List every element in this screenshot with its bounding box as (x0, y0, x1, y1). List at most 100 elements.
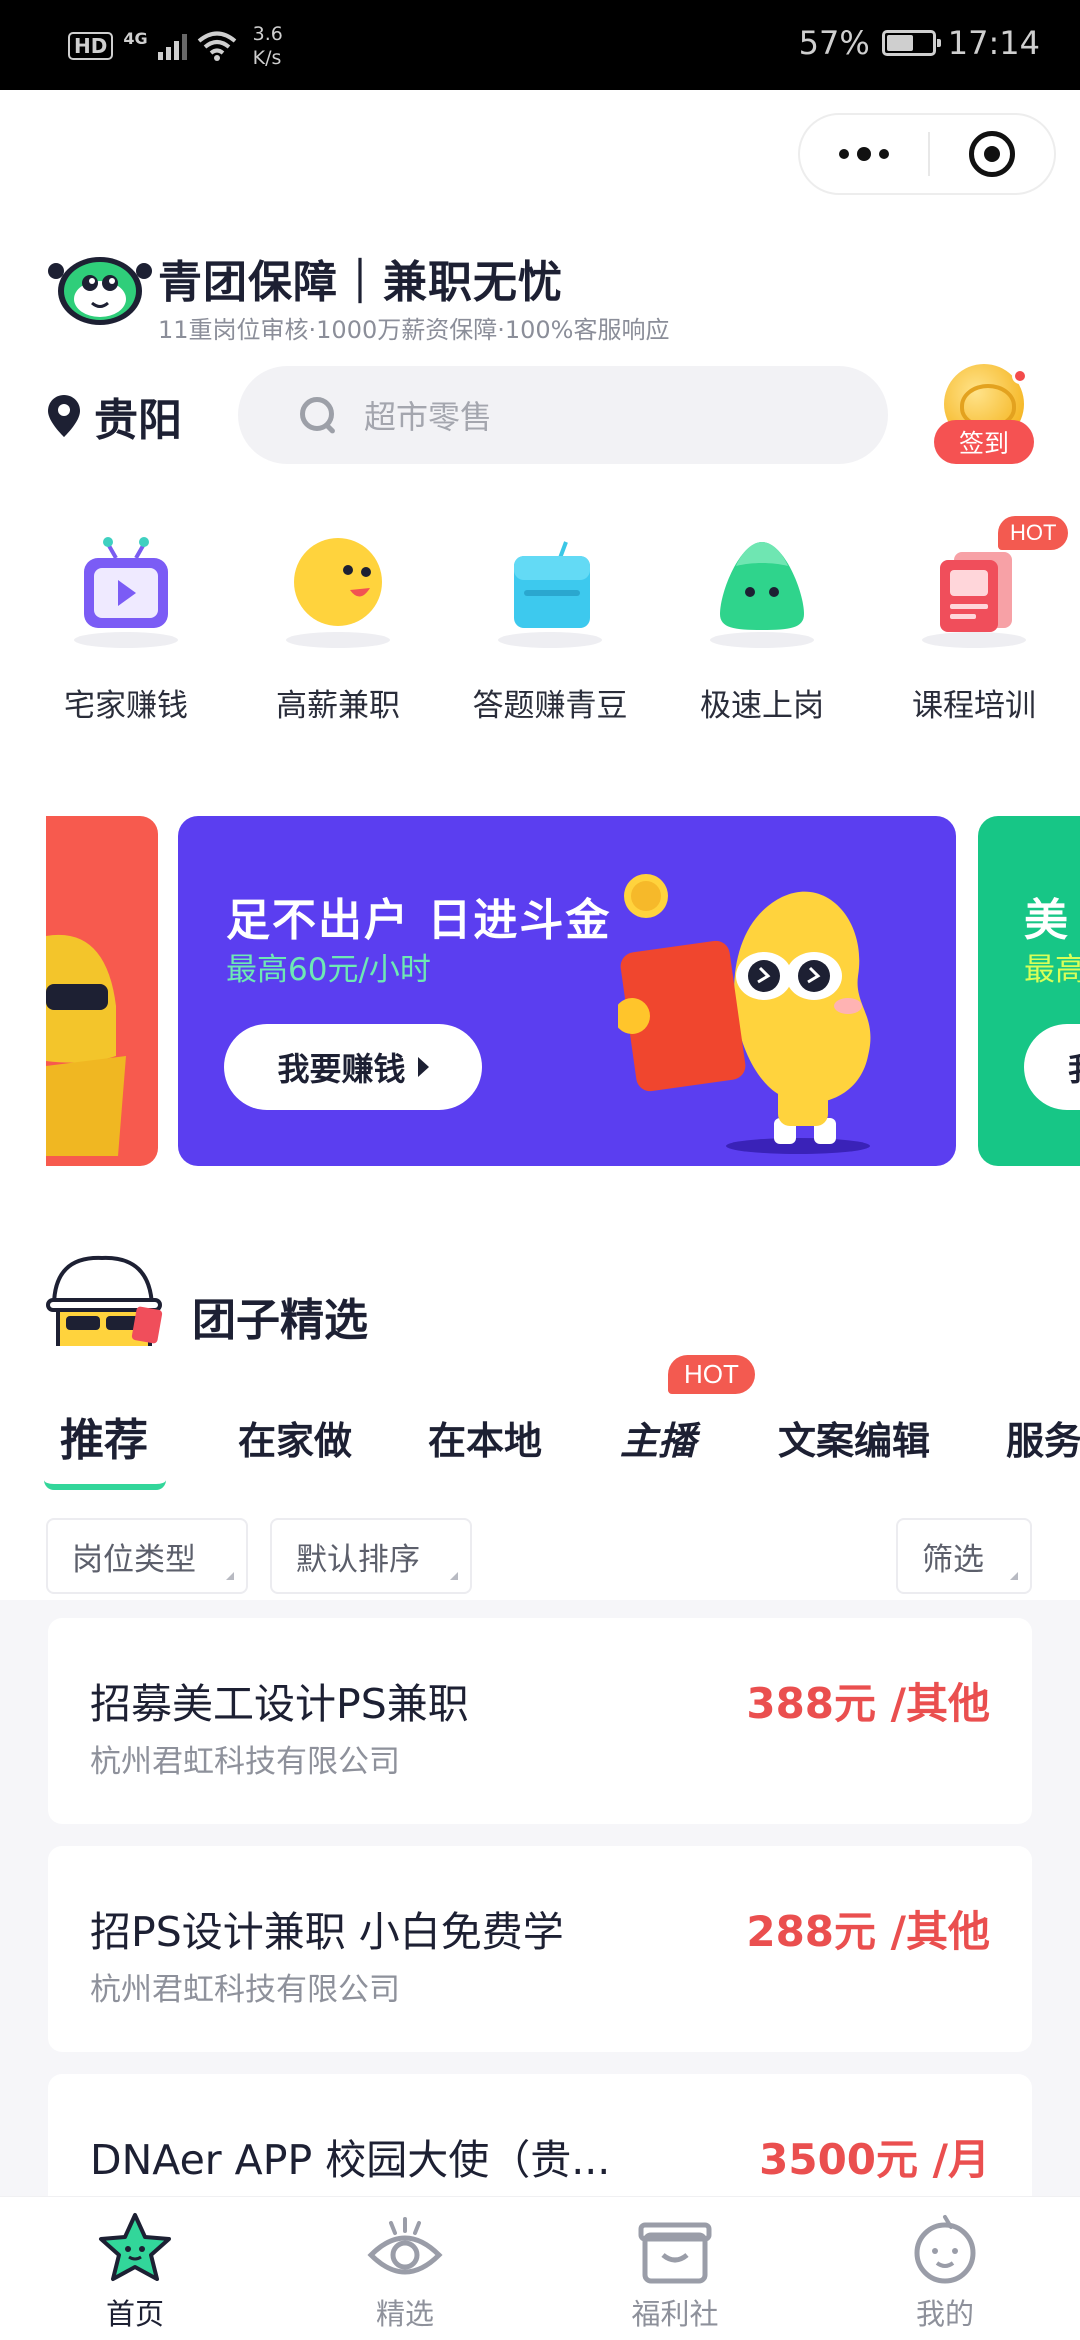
bottom-nav: 首页 精选 福利社 我的 (0, 2196, 1080, 2340)
filter-label: 筛选 (922, 1541, 984, 1578)
banner-subtitle: 最高60元/小时 (226, 952, 431, 988)
category-grid: 宅家赚钱 高薪兼职 答题赚青豆 极速上岗 课程培训 HOT (20, 516, 1080, 725)
job-company: 杭州君虹科技有限公司 (90, 1744, 400, 1780)
hot-badge: HOT (668, 1355, 755, 1394)
corner-arrow-icon (226, 1572, 234, 1580)
signal-icon (157, 32, 187, 60)
job-pay: 388元 /其他 (746, 1679, 990, 1728)
signin-button[interactable]: 签到 (932, 364, 1036, 474)
status-bar: HD 4G 3.6 K/s 57% 17:14 (0, 0, 1080, 90)
mascot-avatar-icon (46, 1255, 163, 1346)
nav-label: 精选 (375, 2297, 434, 2331)
blob-icon (710, 542, 814, 648)
eye-icon (367, 2217, 443, 2275)
speed-value: 3.6 (252, 23, 283, 45)
category-label: 答题赚青豆 (472, 688, 628, 724)
corner-arrow-icon (450, 1572, 458, 1580)
search-input[interactable]: 超市零售 (238, 366, 888, 464)
wifi-icon (197, 31, 236, 61)
job-card[interactable]: 招PS设计兼职 小白免费学 杭州君虹科技有限公司 288元 /其他 (48, 1846, 1032, 2052)
gift-icon (638, 2222, 712, 2284)
job-card[interactable]: 招募美工设计PS兼职 杭州君虹科技有限公司 388元 /其他 (48, 1618, 1032, 1824)
filter-bar: 岗位类型 默认排序 筛选 (0, 1518, 1080, 1598)
banner-slide-prev[interactable] (46, 816, 158, 1166)
filter-label: 默认排序 (296, 1541, 420, 1578)
tab-streamer[interactable]: 主播 (620, 1410, 696, 1465)
profile-face-icon (914, 2215, 976, 2284)
mascot-illustration (618, 874, 871, 1154)
category-label: 极速上岗 (700, 688, 824, 724)
battery-percent: 57% (798, 24, 870, 62)
category-item[interactable]: 课程培训 HOT (868, 516, 1080, 725)
location-selector[interactable]: 贵阳 (48, 384, 182, 448)
location-pin-icon (48, 395, 80, 437)
category-label: 课程培训 (912, 688, 1036, 724)
nav-welfare[interactable]: 福利社 (540, 2197, 810, 2340)
job-title: 招PS设计兼职 小白免费学 (90, 1908, 564, 1956)
notification-dot (1012, 368, 1028, 384)
sort-filter[interactable]: 默认排序 (270, 1518, 472, 1594)
banner-title: 足不出户 日进斗金 (226, 895, 612, 946)
nav-home[interactable]: 首页 (0, 2197, 270, 2340)
nav-label: 首页 (105, 2297, 164, 2331)
job-title: DNAer APP 校园大使（贵... (90, 2136, 611, 2184)
earn-money-label: 我要赚钱 (277, 1050, 406, 1088)
tab-home-work[interactable]: 在家做 (238, 1410, 352, 1465)
banner-button[interactable]: 我 (1024, 1024, 1080, 1110)
category-label: 高薪兼职 (276, 688, 400, 724)
mascot-illustration (46, 934, 126, 1156)
banner-subtitle: 最高 (1024, 952, 1080, 988)
tv-icon (74, 537, 178, 648)
category-item[interactable]: 宅家赚钱 (20, 522, 232, 725)
job-pay: 3500元 /月 (759, 2135, 990, 2184)
nav-profile[interactable]: 我的 (810, 2197, 1080, 2340)
category-item[interactable]: 极速上岗 (656, 522, 868, 725)
network-speed: 3.6 K/s (253, 22, 283, 70)
corner-arrow-icon (1010, 1572, 1018, 1580)
nav-label: 福利社 (631, 2297, 719, 2331)
category-item[interactable]: 答题赚青豆 (444, 522, 656, 725)
tab-local[interactable]: 在本地 (428, 1410, 542, 1465)
earn-money-button[interactable]: 我要赚钱 (224, 1024, 482, 1110)
job-list: 招募美工设计PS兼职 杭州君虹科技有限公司 388元 /其他 招PS设计兼职 小… (0, 1600, 1080, 2280)
category-item[interactable]: 高薪兼职 (232, 522, 444, 725)
filter-label: 岗位类型 (72, 1541, 196, 1578)
play-arrow-icon (417, 1057, 429, 1077)
nav-label: 我的 (915, 2297, 974, 2331)
job-pay: 288元 /其他 (746, 1907, 990, 1956)
category-tabs: 推荐 在家做 在本地 主播 文案编辑 服务 (0, 1400, 1080, 1500)
miniprogram-capsule (798, 113, 1056, 195)
screen-filter[interactable]: 筛选 (896, 1518, 1032, 1594)
battery-icon (881, 30, 941, 56)
city-label: 贵阳 (94, 395, 182, 446)
search-icon (298, 395, 338, 435)
box-icon (498, 541, 602, 648)
banner-title: 美 (1024, 895, 1068, 946)
banner-slide[interactable]: 足不出户 日进斗金 最高60元/小时 我要赚钱 (178, 816, 956, 1166)
more-menu-button[interactable] (800, 115, 928, 193)
speed-unit: K/s (252, 47, 282, 69)
job-title: 招募美工设计PS兼职 (90, 1680, 469, 1728)
hot-badge: HOT (998, 516, 1069, 550)
clock: 17:14 (947, 24, 1040, 62)
banner-slide-next[interactable]: 美 最高 我 (978, 816, 1080, 1166)
close-miniprogram-button[interactable] (930, 115, 1054, 193)
page-subtitle: 11重岗位审核·1000万薪资保障·100%客服响应 (158, 316, 670, 344)
job-type-filter[interactable]: 岗位类型 (46, 1518, 248, 1594)
tab-copywriting[interactable]: 文案编辑 (778, 1410, 930, 1465)
signin-label: 签到 (934, 420, 1034, 464)
active-tab-indicator (44, 1480, 166, 1490)
nav-featured[interactable]: 精选 (270, 2197, 540, 2340)
page-title: 青团保障｜兼职无忧 (158, 257, 563, 308)
target-icon (969, 131, 1015, 177)
smiley-icon (286, 538, 390, 648)
tab-recommend[interactable]: 推荐 (60, 1404, 148, 1468)
job-company: 杭州君虹科技有限公司 (90, 1972, 400, 2008)
section-title: 团子精选 (192, 1295, 368, 1346)
category-label: 宅家赚钱 (64, 688, 188, 724)
hd-indicator: HD (68, 32, 114, 60)
network-type: 4G (123, 28, 148, 48)
tab-service[interactable]: 服务 (1006, 1410, 1080, 1465)
star-mascot-icon (99, 2213, 171, 2281)
search-placeholder: 超市零售 (364, 398, 493, 436)
